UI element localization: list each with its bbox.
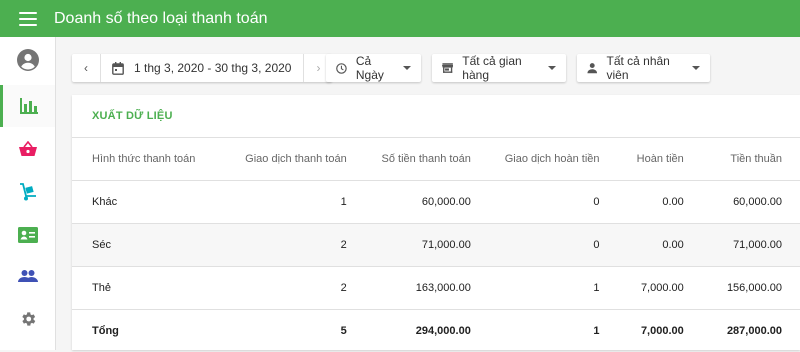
column-header-refund-transactions: Giao dịch hoàn tiền xyxy=(471,138,600,181)
table-cell: 60,000.00 xyxy=(684,181,800,224)
time-filter-dropdown[interactable]: Cả Ngày xyxy=(326,54,421,82)
table-cell: 1 xyxy=(471,267,600,310)
column-header-refund-amount: Hoàn tiền xyxy=(600,138,684,181)
employee-filter-dropdown[interactable]: Tất cả nhân viên xyxy=(577,54,710,82)
caret-down-icon xyxy=(692,66,700,70)
caret-down-icon xyxy=(548,66,556,70)
sidebar-item-reports[interactable] xyxy=(0,85,55,127)
filter-toolbar: ‹ 1 thg 3, 2020 - 30 thg 3, 2020 › xyxy=(72,54,332,82)
table-row: Thẻ 2 163,000.00 1 7,000.00 156,000.00 xyxy=(72,267,800,310)
payment-type-table: Hình thức thanh toán Giao dịch thanh toá… xyxy=(72,137,800,352)
column-header-net-amount: Tiền thuần xyxy=(684,138,800,181)
table-cell: 5 xyxy=(208,310,346,352)
store-filter-label: Tất cả gian hàng xyxy=(462,54,540,82)
bar-chart-icon xyxy=(20,98,38,114)
basket-icon xyxy=(18,141,38,157)
table-cell: 2 xyxy=(208,267,346,310)
person-icon xyxy=(587,62,597,74)
column-header-payment-type: Hình thức thanh toán xyxy=(72,138,208,181)
table-cell: 7,000.00 xyxy=(600,310,684,352)
store-filter-dropdown[interactable]: Tất cả gian hàng xyxy=(432,54,566,82)
table-cell: 0 xyxy=(471,181,600,224)
table-cell: Thẻ xyxy=(72,267,208,310)
sidebar-item-employees[interactable] xyxy=(0,214,55,256)
chevron-left-icon: ‹ xyxy=(84,61,88,75)
table-cell: 287,000.00 xyxy=(684,310,800,352)
hand-truck-icon xyxy=(18,182,38,202)
people-icon xyxy=(18,269,38,283)
table-cell: 294,000.00 xyxy=(347,310,471,352)
report-card: XUẤT DỮ LIỆU Hình thức thanh toán Giao d… xyxy=(72,95,800,350)
date-range-button[interactable]: 1 thg 3, 2020 - 30 thg 3, 2020 xyxy=(101,54,303,82)
table-cell: 7,000.00 xyxy=(600,267,684,310)
menu-icon[interactable] xyxy=(19,12,37,26)
date-range-picker: ‹ 1 thg 3, 2020 - 30 thg 3, 2020 › xyxy=(72,54,332,82)
table-cell: 156,000.00 xyxy=(684,267,800,310)
table-header-row: Hình thức thanh toán Giao dịch thanh toá… xyxy=(72,138,800,181)
id-card-icon xyxy=(18,227,38,243)
time-filter-label: Cả Ngày xyxy=(356,54,395,82)
store-icon xyxy=(442,62,453,74)
table-cell: 163,000.00 xyxy=(347,267,471,310)
export-data-button[interactable]: XUẤT DỮ LIỆU xyxy=(92,110,173,122)
table-cell: Tổng xyxy=(72,310,208,352)
caret-down-icon xyxy=(403,66,411,70)
previous-period-button[interactable]: ‹ xyxy=(72,54,101,82)
clock-icon xyxy=(336,62,347,75)
calendar-icon xyxy=(112,62,124,75)
sidebar xyxy=(0,37,56,350)
column-header-payment-amount: Số tiền thanh toán xyxy=(347,138,471,181)
column-header-payment-transactions: Giao dịch thanh toán xyxy=(208,138,346,181)
table-cell: 71,000.00 xyxy=(347,224,471,267)
table-row: Séc 2 71,000.00 0 0.00 71,000.00 xyxy=(72,224,800,267)
sidebar-item-sales[interactable] xyxy=(0,128,55,170)
app-header: Doanh số theo loại thanh toán xyxy=(0,0,800,37)
page-title: Doanh số theo loại thanh toán xyxy=(54,10,268,28)
sidebar-item-inventory[interactable] xyxy=(0,171,55,213)
table-row: Khác 1 60,000.00 0 0.00 60,000.00 xyxy=(72,181,800,224)
table-cell: Séc xyxy=(72,224,208,267)
chevron-right-icon: › xyxy=(316,61,320,75)
sidebar-item-settings[interactable] xyxy=(0,298,55,340)
gear-icon xyxy=(19,310,37,328)
table-cell: Khác xyxy=(72,181,208,224)
table-cell: 1 xyxy=(208,181,346,224)
sidebar-item-account[interactable] xyxy=(0,39,55,81)
table-cell: 0.00 xyxy=(600,224,684,267)
table-total-row: Tổng 5 294,000.00 1 7,000.00 287,000.00 xyxy=(72,310,800,352)
account-circle-icon xyxy=(16,48,40,72)
table-cell: 0.00 xyxy=(600,181,684,224)
date-range-label: 1 thg 3, 2020 - 30 thg 3, 2020 xyxy=(134,61,291,75)
table-cell: 2 xyxy=(208,224,346,267)
employee-filter-label: Tất cả nhân viên xyxy=(606,54,684,82)
table-cell: 71,000.00 xyxy=(684,224,800,267)
table-cell: 60,000.00 xyxy=(347,181,471,224)
sidebar-item-customers[interactable] xyxy=(0,255,55,297)
table-cell: 0 xyxy=(471,224,600,267)
table-cell: 1 xyxy=(471,310,600,352)
